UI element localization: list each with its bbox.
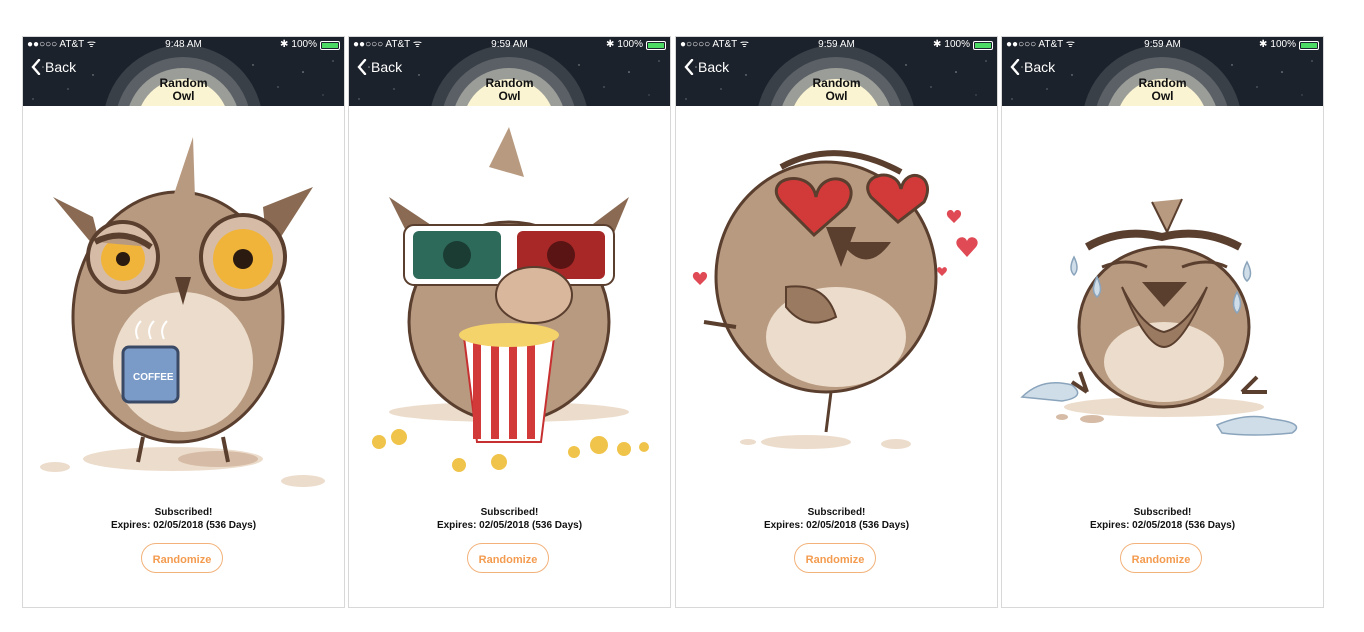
subscription-status: Subscribed! <box>1133 507 1192 518</box>
page-title: Random Owl <box>1002 77 1323 103</box>
title-line-2: Owl <box>825 89 848 103</box>
status-bar: ●○○○○ AT&T ᯤ 9:59 AM ✱ 100% <box>676 37 997 53</box>
randomize-button[interactable]: Randomize <box>1120 543 1202 573</box>
back-button[interactable]: Back <box>357 59 402 75</box>
chevron-left-icon <box>1010 59 1020 75</box>
subscription-status: Subscribed! <box>480 507 539 518</box>
subscription-expiry: Expires: 02/05/2018 (536 Days) <box>436 520 583 531</box>
status-bar: ●●○○○ AT&T ᯤ 9:48 AM ✱ 100% <box>23 37 344 53</box>
back-label: Back <box>698 59 730 75</box>
owl-heart-eyes-sticker <box>692 150 978 449</box>
status-bar: ●●○○○ AT&T ᯤ 9:59 AM ✱ 100% <box>349 37 670 53</box>
owl-popcorn-sticker <box>372 127 649 472</box>
subscription-expiry: Expires: 02/05/2018 (536 Days) <box>1089 520 1236 531</box>
battery-status: ✱ 100% <box>280 37 340 53</box>
page-title: Random Owl <box>676 77 997 103</box>
subscription-expiry: Expires: 02/05/2018 (536 Days) <box>763 520 910 531</box>
battery-percent: 100% <box>291 39 317 50</box>
phone-screen-4: ●●○○○ AT&T ᯤ 9:59 AM ✱ 100% Back Random … <box>1001 36 1324 608</box>
navigation-bar: ●●○○○ AT&T ᯤ 9:59 AM ✱ 100% Back Random … <box>349 37 670 106</box>
back-button[interactable]: Back <box>1010 59 1055 75</box>
battery-status: ✱ 100% <box>606 37 666 53</box>
title-line-2: Owl <box>172 89 195 103</box>
phone-screen-2: ●●○○○ AT&T ᯤ 9:59 AM ✱ 100% Back Random … <box>348 36 671 608</box>
owl-coffee-sticker: COFFEE <box>40 137 325 487</box>
bluetooth-icon: ✱ <box>1259 39 1268 50</box>
chevron-left-icon <box>684 59 694 75</box>
back-button[interactable]: Back <box>31 59 76 75</box>
navigation-bar: ●●○○○ AT&T ᯤ 9:59 AM ✱ 100% Back Random … <box>1002 37 1323 106</box>
subscription-status: Subscribed! <box>807 507 866 518</box>
svg-text:COFFEE: COFFEE <box>133 372 174 383</box>
back-label: Back <box>371 59 403 75</box>
chevron-left-icon <box>357 59 367 75</box>
title-line-2: Owl <box>1151 89 1174 103</box>
navigation-bar: ●●○○○ AT&T ᯤ 9:48 AM ✱ 100% Back Random … <box>23 37 344 106</box>
page-title: Random Owl <box>23 77 344 103</box>
battery-icon <box>1299 40 1319 50</box>
back-label: Back <box>1024 59 1056 75</box>
randomize-button[interactable]: Randomize <box>141 543 223 573</box>
subscription-status: Subscribed! <box>154 507 213 518</box>
owl-crying-sticker <box>1020 198 1298 436</box>
bluetooth-icon: ✱ <box>606 39 615 50</box>
battery-percent: 100% <box>944 39 970 50</box>
phone-screen-1: ●●○○○ AT&T ᯤ 9:48 AM ✱ 100% Back Random … <box>22 36 345 608</box>
back-label: Back <box>45 59 77 75</box>
navigation-bar: ●○○○○ AT&T ᯤ 9:59 AM ✱ 100% Back Random … <box>676 37 997 106</box>
back-button[interactable]: Back <box>684 59 729 75</box>
battery-icon <box>646 40 666 50</box>
phone-screen-3: ●○○○○ AT&T ᯤ 9:59 AM ✱ 100% Back Random … <box>675 36 998 608</box>
randomize-button[interactable]: Randomize <box>467 543 549 573</box>
page-title: Random Owl <box>349 77 670 103</box>
battery-percent: 100% <box>1270 39 1296 50</box>
battery-icon <box>320 40 340 50</box>
bluetooth-icon: ✱ <box>280 39 289 50</box>
subscription-expiry: Expires: 02/05/2018 (536 Days) <box>110 520 257 531</box>
battery-status: ✱ 100% <box>933 37 993 53</box>
battery-percent: 100% <box>617 39 643 50</box>
chevron-left-icon <box>31 59 41 75</box>
battery-status: ✱ 100% <box>1259 37 1319 53</box>
randomize-button[interactable]: Randomize <box>794 543 876 573</box>
title-line-2: Owl <box>498 89 521 103</box>
bluetooth-icon: ✱ <box>933 39 942 50</box>
status-bar: ●●○○○ AT&T ᯤ 9:59 AM ✱ 100% <box>1002 37 1323 53</box>
battery-icon <box>973 40 993 50</box>
